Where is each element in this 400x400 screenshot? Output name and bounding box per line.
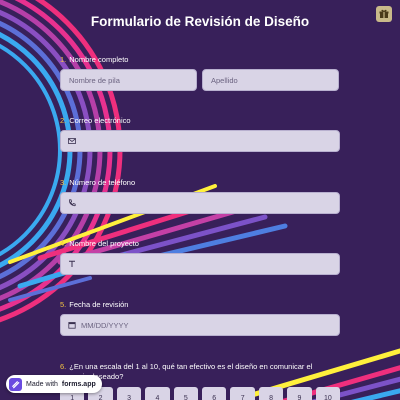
question-label: Nombre del proyecto <box>69 239 139 248</box>
forms-app-logo-icon <box>9 377 22 391</box>
question-label: Fecha de revisión <box>69 300 129 309</box>
phone-field[interactable] <box>60 192 340 214</box>
question-rating: 6. ¿En una escala del 1 al 10, qué tan ef… <box>60 362 341 400</box>
rating-scale: 1 2 3 4 5 6 7 8 9 10 <box>60 387 341 400</box>
rating-option[interactable]: 10 <box>315 387 341 400</box>
rating-option[interactable]: 5 <box>173 387 199 400</box>
first-name-input[interactable]: Nombre de pila <box>60 69 197 91</box>
last-name-input[interactable]: Apellido <box>202 69 339 91</box>
date-placeholder: MM/DD/YYYY <box>81 320 129 330</box>
question-label: Nombre completo <box>69 55 129 64</box>
made-with-badge[interactable]: Made with forms.app <box>6 375 102 393</box>
badge-prefix: Made with <box>26 380 58 388</box>
rating-option[interactable]: 6 <box>202 387 227 400</box>
rating-option[interactable]: 4 <box>145 387 170 400</box>
question-email: 2. Correo electrónico <box>60 116 340 152</box>
question-label: Número de teléfono <box>69 178 136 187</box>
question-number: 4. <box>60 239 67 248</box>
question-number: 1. <box>60 55 67 64</box>
rating-option[interactable]: 3 <box>116 387 142 400</box>
question-number: 3. <box>60 178 67 187</box>
question-review-date: 5. Fecha de revisión MM/DD/YYYY <box>60 300 340 336</box>
rating-option[interactable]: 9 <box>287 387 312 400</box>
phone-icon <box>69 199 76 207</box>
rating-option[interactable]: 7 <box>230 387 255 400</box>
question-full-name: 1. Nombre completo Nombre de pila Apellid… <box>60 55 340 91</box>
email-field[interactable] <box>60 130 340 152</box>
question-label: Correo electrónico <box>69 116 131 125</box>
calendar-icon <box>68 322 76 329</box>
question-number: 2. <box>60 116 67 125</box>
form-title: Formulario de Revisión de Diseño <box>90 14 310 29</box>
question-phone: 3. Número de teléfono <box>60 178 340 214</box>
rating-option[interactable]: 8 <box>258 387 284 400</box>
badge-brand: forms.app <box>61 380 96 388</box>
project-name-field[interactable] <box>60 253 340 275</box>
question-number: 5. <box>60 300 67 309</box>
envelope-icon <box>68 138 76 144</box>
question-number: 6. <box>60 362 67 371</box>
question-project-name: 4. Nombre del proyecto <box>60 239 340 275</box>
review-date-field[interactable]: MM/DD/YYYY <box>60 314 340 336</box>
text-icon <box>69 260 75 267</box>
